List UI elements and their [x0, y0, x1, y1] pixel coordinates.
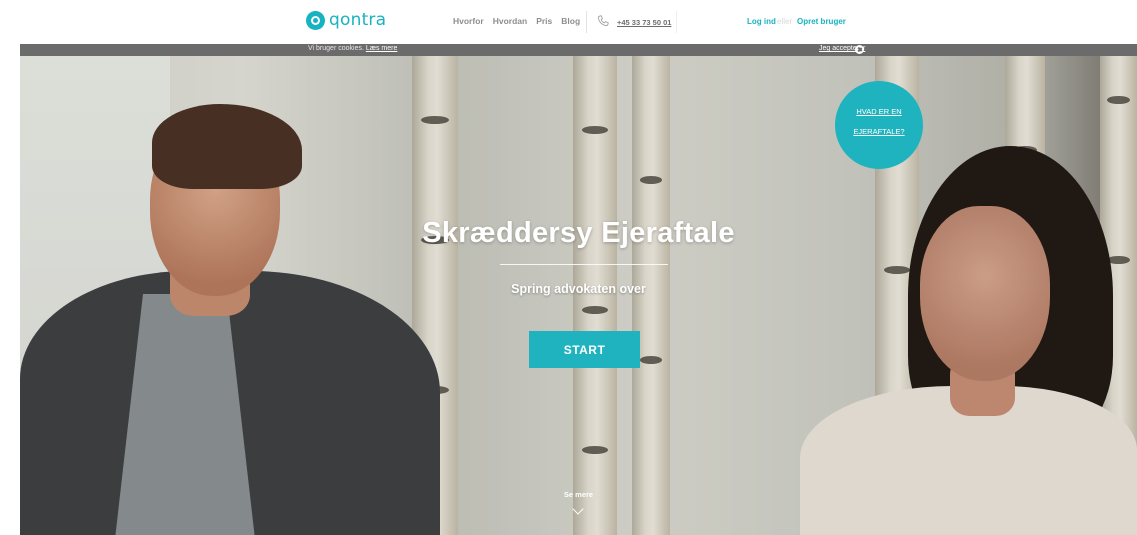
nav-item-hvorfor[interactable]: Hvorfor [453, 16, 484, 26]
or-separator: eller [777, 17, 793, 26]
close-icon[interactable] [855, 45, 864, 54]
hero-section: Skræddersy Ejeraftale Spring advokaten o… [20, 56, 1137, 535]
cookie-bar: Vi bruger cookies. Læs mere Jeg accepter… [20, 44, 1137, 56]
nav-divider [676, 11, 677, 33]
nav-item-hvordan[interactable]: Hvordan [493, 16, 527, 26]
logo-text: qontra [329, 10, 387, 30]
badge-line-2: EJERAFTALE? [853, 127, 905, 136]
hero-divider [500, 264, 668, 265]
cookie-text: Vi bruger cookies. [308, 45, 364, 52]
phone-number-link[interactable]: +45 33 73 50 01 [617, 18, 671, 27]
cookie-read-more-link[interactable]: Læs mere [366, 45, 398, 52]
signup-link[interactable]: Opret bruger [797, 17, 846, 26]
login-link[interactable]: Log ind [747, 17, 776, 26]
start-button[interactable]: START [529, 331, 640, 368]
hero-title: Skræddersy Ejeraftale [422, 217, 735, 249]
nav-item-blog[interactable]: Blog [561, 16, 580, 26]
phone-icon [598, 15, 609, 26]
nav-item-pris[interactable]: Pris [536, 16, 552, 26]
cookie-notice: Vi bruger cookies. Læs mere [308, 45, 397, 52]
hero-subtitle: Spring advokaten over [511, 282, 646, 296]
logo-icon [306, 10, 325, 30]
logo[interactable]: qontra [306, 10, 386, 30]
main-nav: Hvorfor Hvordan Pris Blog [453, 16, 580, 26]
what-is-ejeraftale-badge[interactable]: HVAD ER EN EJERAFTALE? [835, 81, 923, 169]
see-more-link[interactable]: Se mere [20, 490, 1137, 499]
nav-divider [586, 11, 587, 33]
badge-line-1: HVAD ER EN [856, 107, 902, 116]
site-header: qontra Hvorfor Hvordan Pris Blog +45 33 … [0, 0, 1137, 44]
